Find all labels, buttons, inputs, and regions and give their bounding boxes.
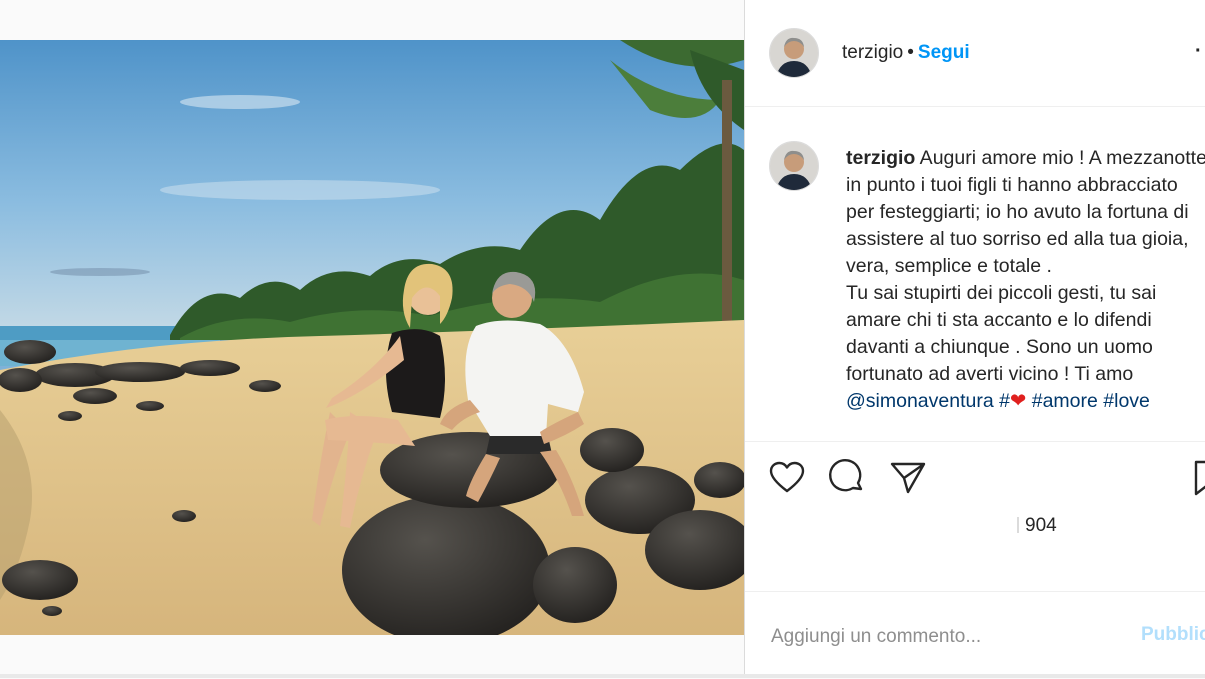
post-photo[interactable] — [0, 40, 744, 635]
hashtag-heart-prefix[interactable]: # — [994, 390, 1010, 412]
more-options-icon[interactable]: · — [1195, 40, 1202, 63]
action-bar — [745, 442, 1205, 512]
publish-button[interactable]: Pubblica — [1141, 624, 1205, 646]
header-user-line: terzigio • Segui — [842, 42, 970, 64]
hashtag-amore[interactable]: #amore — [1026, 390, 1098, 412]
caption-author-avatar[interactable] — [769, 141, 819, 191]
caption-section: terzigio Auguri amore mio ! A mezzanotte… — [745, 107, 1205, 442]
mention-link[interactable]: @simonaventura — [846, 390, 994, 412]
author-username[interactable]: terzigio — [842, 42, 903, 63]
avatar-photo — [770, 29, 818, 77]
post-header: terzigio • Segui · — [745, 0, 1205, 107]
heart-icon[interactable] — [767, 458, 807, 498]
bookmark-icon[interactable] — [1192, 458, 1205, 498]
avatar-photo — [770, 142, 818, 190]
instagram-post-view: terzigio • Segui · terzigio Auguri amore m… — [0, 0, 1205, 678]
separator-dot: • — [907, 42, 914, 63]
follow-button[interactable]: Segui — [918, 42, 970, 63]
likes-divider — [1017, 517, 1019, 533]
add-comment-section: Pubblica — [745, 591, 1205, 679]
author-avatar[interactable] — [769, 28, 819, 78]
beach-photo-illustration — [0, 40, 744, 635]
likes-number: 904 — [1025, 515, 1057, 536]
bottom-divider — [0, 674, 1205, 678]
caption-body: Auguri amore mio ! A mezzanotte in punto… — [846, 147, 1205, 385]
comment-icon[interactable] — [827, 458, 867, 498]
share-icon[interactable] — [888, 458, 928, 498]
likes-count[interactable]: 904 — [1017, 515, 1057, 537]
caption-text: terzigio Auguri amore mio ! A mezzanotte… — [846, 145, 1205, 415]
post-side-panel: terzigio • Segui · terzigio Auguri amore m… — [744, 0, 1205, 678]
heart-emoji[interactable]: ❤ — [1010, 390, 1026, 412]
comment-input[interactable] — [769, 622, 1133, 652]
caption-username[interactable]: terzigio — [846, 147, 915, 169]
hashtag-love[interactable]: #love — [1098, 390, 1150, 412]
